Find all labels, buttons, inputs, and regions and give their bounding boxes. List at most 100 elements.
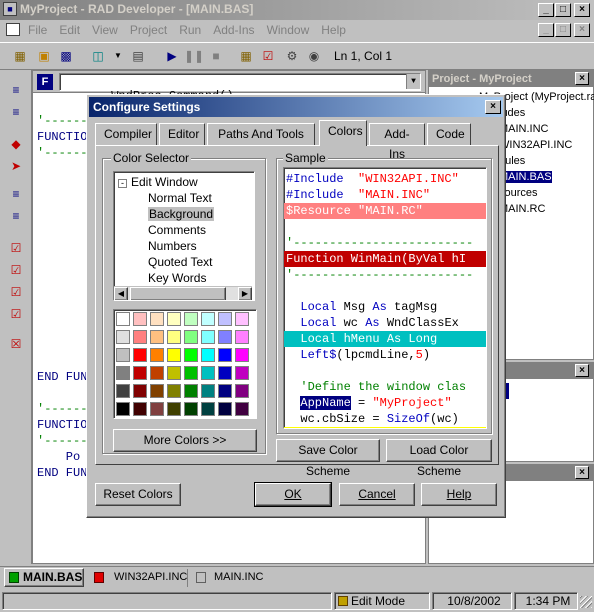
menu-view[interactable]: View — [92, 23, 118, 37]
color-swatch[interactable] — [184, 402, 198, 416]
color-swatch[interactable] — [218, 312, 232, 326]
color-swatch[interactable] — [218, 348, 232, 362]
scroll-thumb[interactable] — [130, 287, 226, 300]
tree-item[interactable]: Comments — [118, 222, 254, 238]
color-palette[interactable] — [113, 309, 257, 419]
tree-root[interactable]: - Edit Window — [118, 174, 254, 190]
color-swatch[interactable] — [218, 330, 232, 344]
project-tree-item[interactable]: MAIN.RC — [499, 201, 593, 217]
project-tree-item[interactable]: WIN32API.INC — [499, 137, 593, 153]
color-swatch[interactable] — [167, 366, 181, 380]
menu-run[interactable]: Run — [179, 23, 201, 37]
project-tree-item[interactable]: sources — [499, 185, 593, 201]
color-swatch[interactable] — [133, 330, 147, 344]
tree-item[interactable]: Normal Text — [118, 190, 254, 206]
output-close-button[interactable]: × — [575, 466, 589, 479]
chevron-down-icon[interactable]: ▼ — [406, 74, 420, 89]
color-swatch[interactable] — [167, 402, 181, 416]
doc-close-button[interactable]: × — [574, 23, 590, 37]
color-swatch[interactable] — [116, 348, 130, 362]
bookmark-icon[interactable]: ◆ — [6, 134, 26, 154]
cancel-button[interactable]: Cancel — [339, 483, 415, 506]
properties-icon[interactable]: ▤ — [128, 46, 148, 66]
tool3-icon[interactable]: ☑ — [6, 282, 26, 302]
pause-icon[interactable]: ❚❚ — [184, 46, 204, 66]
color-swatch[interactable] — [150, 348, 164, 362]
menu-help[interactable]: Help — [321, 23, 346, 37]
color-swatch[interactable] — [235, 366, 249, 380]
color-swatch[interactable] — [150, 312, 164, 326]
color-swatch[interactable] — [184, 348, 198, 362]
collapse-icon[interactable]: - — [118, 179, 127, 188]
window-tab-main-bas[interactable]: MAIN.BAS — [4, 568, 84, 587]
tree-hscrollbar[interactable]: ◀ ▶ — [114, 286, 252, 300]
color-swatch[interactable] — [133, 312, 147, 326]
color-swatch[interactable] — [201, 402, 215, 416]
compile-icon[interactable]: ▦ — [236, 46, 256, 66]
color-swatch[interactable] — [133, 366, 147, 380]
color-swatch[interactable] — [201, 348, 215, 362]
comment-icon[interactable]: ≡ — [6, 184, 26, 204]
stop-icon[interactable]: ■ — [206, 46, 226, 66]
reset-colors-button[interactable]: Reset Colors — [95, 483, 181, 506]
color-swatch[interactable] — [201, 312, 215, 326]
color-swatch[interactable] — [133, 348, 147, 362]
tool4-icon[interactable]: ☑ — [6, 304, 26, 324]
tab-addins[interactable]: Add-Ins — [369, 123, 425, 161]
checklist-icon[interactable]: ☑ — [258, 46, 278, 66]
tab-compiler[interactable]: Compiler — [95, 123, 157, 145]
tree-item[interactable]: Numbers — [118, 238, 254, 254]
color-swatch[interactable] — [167, 384, 181, 398]
project-tree-item[interactable]: dules — [499, 153, 593, 169]
menu-project[interactable]: Project — [130, 23, 167, 37]
save-icon[interactable]: ▩ — [56, 46, 76, 66]
color-swatch[interactable] — [133, 384, 147, 398]
tab-code[interactable]: Code — [427, 123, 471, 145]
tab-colors[interactable]: Colors — [319, 120, 367, 146]
uncomment-icon[interactable]: ≡ — [6, 206, 26, 226]
find-icon[interactable]: ◉ — [304, 46, 324, 66]
color-swatch[interactable] — [201, 366, 215, 380]
doc-restore-button[interactable]: □ — [555, 23, 571, 37]
minimize-button[interactable]: _ — [538, 3, 554, 17]
menu-edit[interactable]: Edit — [59, 23, 80, 37]
color-swatch[interactable] — [116, 366, 130, 380]
color-swatch[interactable] — [167, 312, 181, 326]
load-color-scheme-button[interactable]: Load Color Scheme — [386, 439, 492, 478]
tree-item[interactable]: Key Words — [118, 270, 254, 286]
color-swatch[interactable] — [167, 330, 181, 344]
help-button[interactable]: Help — [421, 483, 497, 506]
window-tab-main-inc[interactable]: MAIN.INC — [192, 569, 282, 587]
color-swatch[interactable] — [150, 402, 164, 416]
close-button[interactable]: × — [574, 3, 590, 17]
tool2-icon[interactable]: ☑ — [6, 260, 26, 280]
debug-icon[interactable]: ⚙ — [282, 46, 302, 66]
exit-icon[interactable]: ☒ — [6, 334, 26, 354]
add-file-icon[interactable]: ◫ — [88, 46, 108, 66]
open-icon[interactable]: ▣ — [34, 46, 54, 66]
scroll-right-icon[interactable]: ▶ — [238, 287, 252, 300]
color-swatch[interactable] — [201, 330, 215, 344]
color-swatch[interactable] — [218, 366, 232, 380]
next-bookmark-icon[interactable]: ➤ — [6, 156, 26, 176]
color-swatch[interactable] — [235, 402, 249, 416]
color-swatch[interactable] — [201, 384, 215, 398]
color-swatch[interactable] — [133, 402, 147, 416]
color-swatch[interactable] — [167, 348, 181, 362]
color-swatch[interactable] — [150, 366, 164, 380]
outdent-icon[interactable]: ≡ — [6, 102, 26, 122]
properties-close-button[interactable]: × — [575, 364, 589, 377]
color-swatch[interactable] — [184, 330, 198, 344]
color-swatch[interactable] — [116, 402, 130, 416]
maximize-button[interactable]: □ — [555, 3, 571, 17]
color-swatch[interactable] — [235, 384, 249, 398]
tree-item[interactable]: Quoted Text — [118, 254, 254, 270]
save-color-scheme-button[interactable]: Save Color Scheme — [276, 439, 380, 478]
scroll-left-icon[interactable]: ◀ — [114, 287, 128, 300]
procedure-select[interactable]: WndProc_Command() ▼ — [59, 73, 421, 103]
color-swatch[interactable] — [150, 384, 164, 398]
window-tab-win32api-inc[interactable]: WIN32API.INC — [88, 569, 188, 587]
color-swatch[interactable] — [184, 384, 198, 398]
color-swatch[interactable] — [116, 384, 130, 398]
project-tree-item[interactable]: ludes — [499, 105, 593, 121]
